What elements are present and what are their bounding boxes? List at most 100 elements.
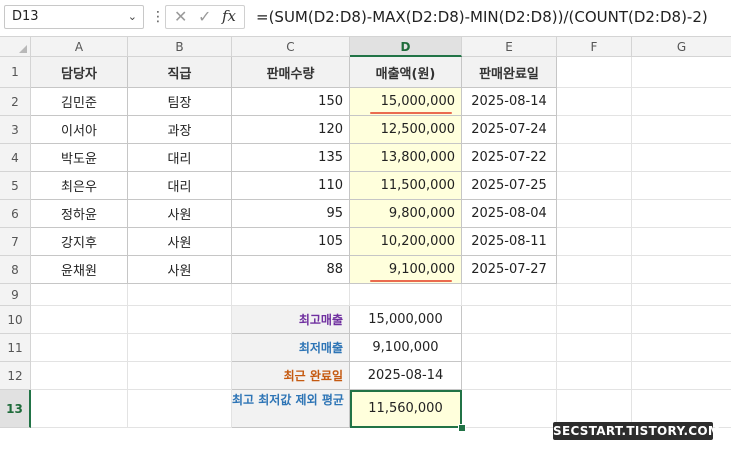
- table-cell[interactable]: 105: [232, 228, 350, 256]
- table-cell[interactable]: 이서아: [31, 116, 128, 144]
- table-header-cell[interactable]: 직급: [128, 57, 232, 88]
- active-cell-d13[interactable]: 11,560,000: [350, 390, 462, 428]
- row-header-13[interactable]: 13: [0, 390, 31, 428]
- table-cell[interactable]: 2025-07-22: [462, 144, 557, 172]
- table-header-cell[interactable]: 담당자: [31, 57, 128, 88]
- cell[interactable]: [557, 200, 632, 228]
- cell[interactable]: [557, 144, 632, 172]
- column-header-e[interactable]: E: [462, 37, 557, 57]
- row-header-8[interactable]: 8: [0, 256, 31, 284]
- name-box[interactable]: D13 ⌄: [4, 5, 144, 29]
- cell[interactable]: [462, 334, 557, 362]
- table-cell[interactable]: 사원: [128, 256, 232, 284]
- cell[interactable]: [557, 57, 632, 88]
- row-header-3[interactable]: 3: [0, 116, 31, 144]
- formula-input[interactable]: =(SUM(D2:D8)-MAX(D2:D8)-MIN(D2:D8))/(COU…: [250, 5, 731, 29]
- more-options-icon[interactable]: ⋮: [151, 9, 165, 25]
- table-cell[interactable]: 팀장: [128, 88, 232, 116]
- cell[interactable]: [632, 306, 731, 334]
- cell[interactable]: [462, 390, 557, 428]
- table-cell[interactable]: 11,500,000: [350, 172, 462, 200]
- cell[interactable]: [31, 390, 128, 428]
- cell[interactable]: [557, 362, 632, 390]
- cell[interactable]: [128, 306, 232, 334]
- cell[interactable]: [350, 284, 462, 306]
- column-header-g[interactable]: G: [632, 37, 731, 57]
- cell[interactable]: [128, 390, 232, 428]
- cell[interactable]: [557, 334, 632, 362]
- chevron-down-icon[interactable]: ⌄: [128, 6, 137, 28]
- table-cell[interactable]: 김민준: [31, 88, 128, 116]
- cell[interactable]: [557, 306, 632, 334]
- cell[interactable]: [557, 172, 632, 200]
- cell[interactable]: [557, 116, 632, 144]
- table-cell[interactable]: 95: [232, 200, 350, 228]
- table-cell[interactable]: 2025-08-04: [462, 200, 557, 228]
- cell[interactable]: [632, 57, 731, 88]
- insert-function-icon[interactable]: fx: [222, 7, 236, 25]
- cell[interactable]: [462, 284, 557, 306]
- summary-value[interactable]: 9,100,000: [350, 334, 462, 362]
- cell[interactable]: [632, 144, 731, 172]
- cell[interactable]: [632, 362, 731, 390]
- table-cell[interactable]: 사원: [128, 200, 232, 228]
- table-header-cell[interactable]: 판매완료일: [462, 57, 557, 88]
- cell[interactable]: [462, 306, 557, 334]
- table-cell[interactable]: 강지후: [31, 228, 128, 256]
- enter-check-icon[interactable]: ✓: [198, 7, 211, 26]
- table-cell[interactable]: 정하윤: [31, 200, 128, 228]
- cell[interactable]: [632, 116, 731, 144]
- row-header-10[interactable]: 10: [0, 306, 31, 334]
- table-header-cell[interactable]: 매출액(원): [350, 57, 462, 88]
- row-header-6[interactable]: 6: [0, 200, 31, 228]
- row-header-1[interactable]: 1: [0, 57, 31, 88]
- table-cell[interactable]: 110: [232, 172, 350, 200]
- table-cell[interactable]: 과장: [128, 116, 232, 144]
- cell[interactable]: [632, 334, 731, 362]
- table-cell[interactable]: 사원: [128, 228, 232, 256]
- row-header-2[interactable]: 2: [0, 88, 31, 116]
- cell[interactable]: [632, 228, 731, 256]
- column-header-c[interactable]: C: [232, 37, 350, 57]
- table-cell[interactable]: 최은우: [31, 172, 128, 200]
- fill-handle[interactable]: [458, 424, 466, 432]
- cell[interactable]: [632, 172, 731, 200]
- table-cell[interactable]: 88: [232, 256, 350, 284]
- cell[interactable]: [232, 284, 350, 306]
- table-cell[interactable]: 2025-08-11: [462, 228, 557, 256]
- table-cell[interactable]: 13,800,000: [350, 144, 462, 172]
- cell[interactable]: [632, 256, 731, 284]
- table-cell[interactable]: 2025-07-24: [462, 116, 557, 144]
- cell[interactable]: [31, 334, 128, 362]
- table-cell[interactable]: 135: [232, 144, 350, 172]
- row-header-5[interactable]: 5: [0, 172, 31, 200]
- summary-value[interactable]: 15,000,000: [350, 306, 462, 334]
- summary-value[interactable]: 2025-08-14: [350, 362, 462, 390]
- select-all-corner[interactable]: [0, 37, 31, 57]
- row-header-12[interactable]: 12: [0, 362, 31, 390]
- column-header-f[interactable]: F: [557, 37, 632, 57]
- table-cell[interactable]: 12,500,000: [350, 116, 462, 144]
- cell[interactable]: [31, 306, 128, 334]
- cell[interactable]: [557, 228, 632, 256]
- cell[interactable]: [557, 88, 632, 116]
- row-header-7[interactable]: 7: [0, 228, 31, 256]
- cell[interactable]: [632, 88, 731, 116]
- column-header-d[interactable]: D: [350, 37, 462, 57]
- cell[interactable]: [632, 284, 731, 306]
- cell[interactable]: [128, 362, 232, 390]
- cell[interactable]: [632, 200, 731, 228]
- table-cell[interactable]: 2025-07-27: [462, 256, 557, 284]
- row-header-4[interactable]: 4: [0, 144, 31, 172]
- table-cell[interactable]: 박도윤: [31, 144, 128, 172]
- column-header-a[interactable]: A: [31, 37, 128, 57]
- cell[interactable]: [31, 362, 128, 390]
- row-header-9[interactable]: 9: [0, 284, 31, 306]
- cell[interactable]: [462, 362, 557, 390]
- table-cell[interactable]: 150: [232, 88, 350, 116]
- table-cell[interactable]: 대리: [128, 144, 232, 172]
- cell[interactable]: [128, 334, 232, 362]
- table-cell[interactable]: 2025-08-14: [462, 88, 557, 116]
- table-cell[interactable]: 윤채원: [31, 256, 128, 284]
- table-cell[interactable]: 120: [232, 116, 350, 144]
